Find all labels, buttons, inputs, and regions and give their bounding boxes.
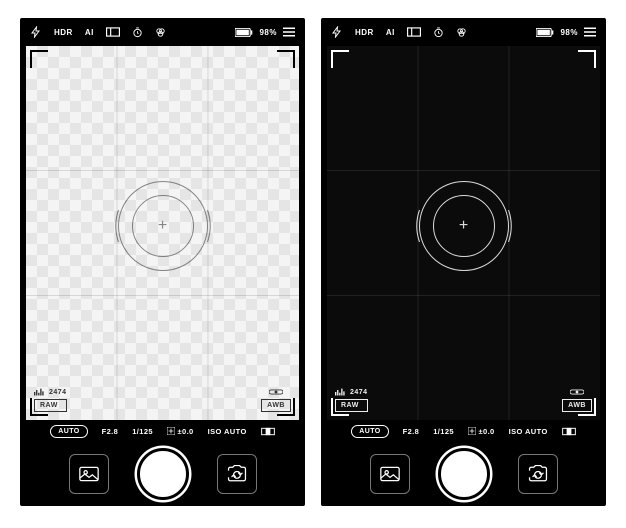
- gallery-button[interactable]: [69, 454, 109, 494]
- level-icon: [570, 388, 584, 396]
- frame-corner: [277, 50, 295, 68]
- iso-value[interactable]: ISO AUTO: [509, 427, 548, 436]
- hdr-toggle[interactable]: HDR: [54, 28, 73, 37]
- awb-badge[interactable]: AWB: [261, 399, 291, 412]
- switch-camera-button[interactable]: [217, 454, 257, 494]
- aperture-value[interactable]: F2.8: [403, 427, 420, 436]
- gallery-button[interactable]: [370, 454, 410, 494]
- bottom-controls: [20, 442, 305, 506]
- raw-badge[interactable]: RAW: [34, 399, 67, 412]
- frame-corner: [30, 50, 48, 68]
- exposure-compensation-icon[interactable]: [562, 427, 576, 436]
- frame-corner: [331, 50, 349, 68]
- histogram-icon: [335, 388, 346, 396]
- histogram-counter: 2474: [350, 389, 368, 396]
- focus-crosshair: +: [459, 217, 468, 235]
- ev-value[interactable]: ±0.0: [468, 427, 495, 436]
- focus-crosshair: +: [158, 217, 167, 235]
- exposure-compensation-icon[interactable]: [261, 427, 275, 436]
- filter-icon[interactable]: [155, 27, 166, 38]
- focus-reticle[interactable]: +: [118, 181, 208, 271]
- shutter-speed-value[interactable]: 1/125: [433, 427, 454, 436]
- battery-icon: [235, 28, 253, 37]
- focus-reticle[interactable]: +: [419, 181, 509, 271]
- ev-value[interactable]: ±0.0: [167, 427, 194, 436]
- settings-strip: AUTO F2.8 1/125 ±0.0 ISO AUTO: [321, 420, 606, 442]
- battery-percent: 98%: [259, 28, 277, 37]
- bottom-controls: [321, 442, 606, 506]
- top-bar: HDR AI 98%: [20, 18, 305, 46]
- aperture-value[interactable]: F2.8: [102, 427, 119, 436]
- awb-badge[interactable]: AWB: [562, 399, 592, 412]
- top-bar: HDR AI 98%: [321, 18, 606, 46]
- auto-mode-pill[interactable]: AUTO: [351, 425, 388, 438]
- timer-icon[interactable]: [132, 27, 143, 38]
- ai-toggle[interactable]: AI: [85, 28, 94, 37]
- flash-icon[interactable]: [30, 26, 42, 38]
- level-icon: [269, 388, 283, 396]
- battery-icon: [536, 28, 554, 37]
- filter-icon[interactable]: [456, 27, 467, 38]
- histogram-icon: [34, 388, 45, 396]
- timer-icon[interactable]: [433, 27, 444, 38]
- switch-camera-button[interactable]: [518, 454, 558, 494]
- aspect-ratio-icon[interactable]: [106, 27, 120, 37]
- ai-toggle[interactable]: AI: [386, 28, 395, 37]
- menu-icon[interactable]: [584, 27, 596, 37]
- hdr-toggle[interactable]: HDR: [355, 28, 374, 37]
- camera-ui-dark: HDR AI 98%: [321, 18, 606, 506]
- shutter-speed-value[interactable]: 1/125: [132, 427, 153, 436]
- viewfinder[interactable]: + 2474 RAW AWB: [327, 46, 600, 420]
- camera-ui-light: HDR AI 98%: [20, 18, 305, 506]
- iso-value[interactable]: ISO AUTO: [208, 427, 247, 436]
- aspect-ratio-icon[interactable]: [407, 27, 421, 37]
- shutter-button[interactable]: [438, 448, 490, 500]
- viewfinder[interactable]: + 2474 RAW AWB: [26, 46, 299, 420]
- shutter-button[interactable]: [137, 448, 189, 500]
- flash-icon[interactable]: [331, 26, 343, 38]
- histogram-counter: 2474: [49, 389, 67, 396]
- auto-mode-pill[interactable]: AUTO: [50, 425, 87, 438]
- battery-percent: 98%: [560, 28, 578, 37]
- menu-icon[interactable]: [283, 27, 295, 37]
- frame-corner: [578, 50, 596, 68]
- settings-strip: AUTO F2.8 1/125 ±0.0 ISO AUTO: [20, 420, 305, 442]
- raw-badge[interactable]: RAW: [335, 399, 368, 412]
